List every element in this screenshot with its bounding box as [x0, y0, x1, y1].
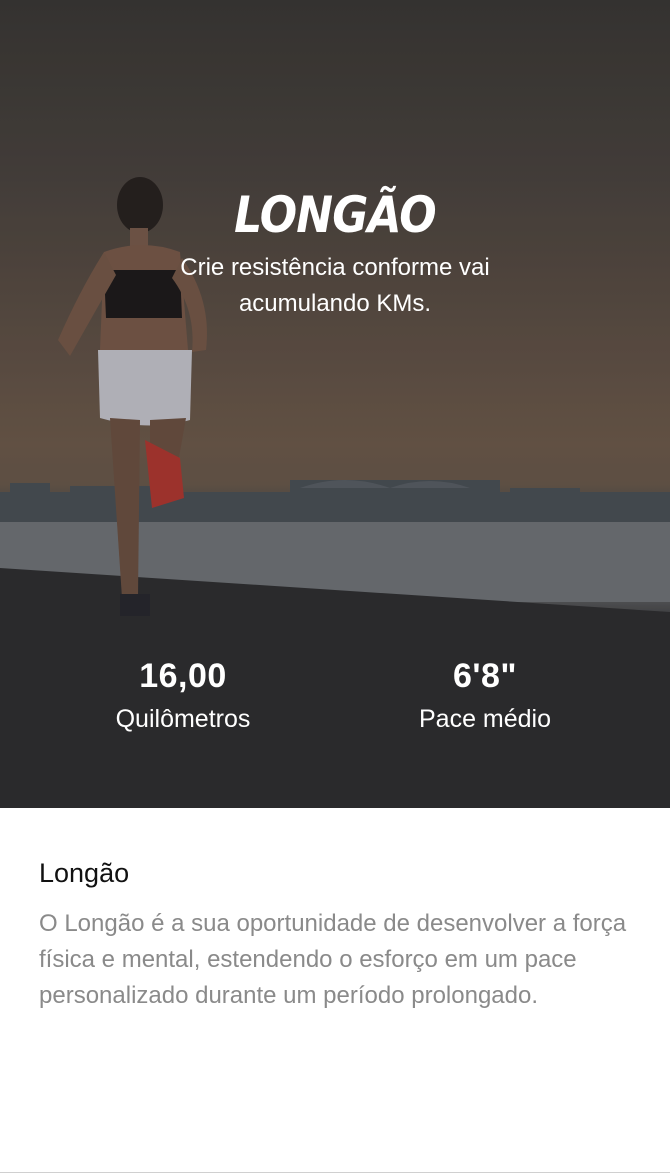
workout-details: Longão O Longão é a sua oportunidade de … — [0, 808, 670, 1173]
details-title: Longão — [39, 858, 130, 888]
stat-pace-value: 6'8" — [452, 657, 518, 695]
hero-section: LONGÃO Crie resistência conforme vai acu… — [0, 0, 670, 808]
stat-distance-value: 16,00 — [139, 657, 227, 695]
stat-pace: 6'8" Pace médio — [365, 654, 605, 737]
details-description: O Longão é a sua oportunidade de desenvo… — [39, 910, 627, 1009]
workout-subtitle: Crie resistência conforme vai acumulando… — [180, 254, 490, 317]
stat-distance-label: Quilômetros — [115, 705, 251, 733]
workout-title: LONGÃO — [234, 186, 437, 244]
stat-distance: 16,00 Quilômetros — [63, 654, 303, 737]
stat-pace-label: Pace médio — [418, 705, 552, 733]
